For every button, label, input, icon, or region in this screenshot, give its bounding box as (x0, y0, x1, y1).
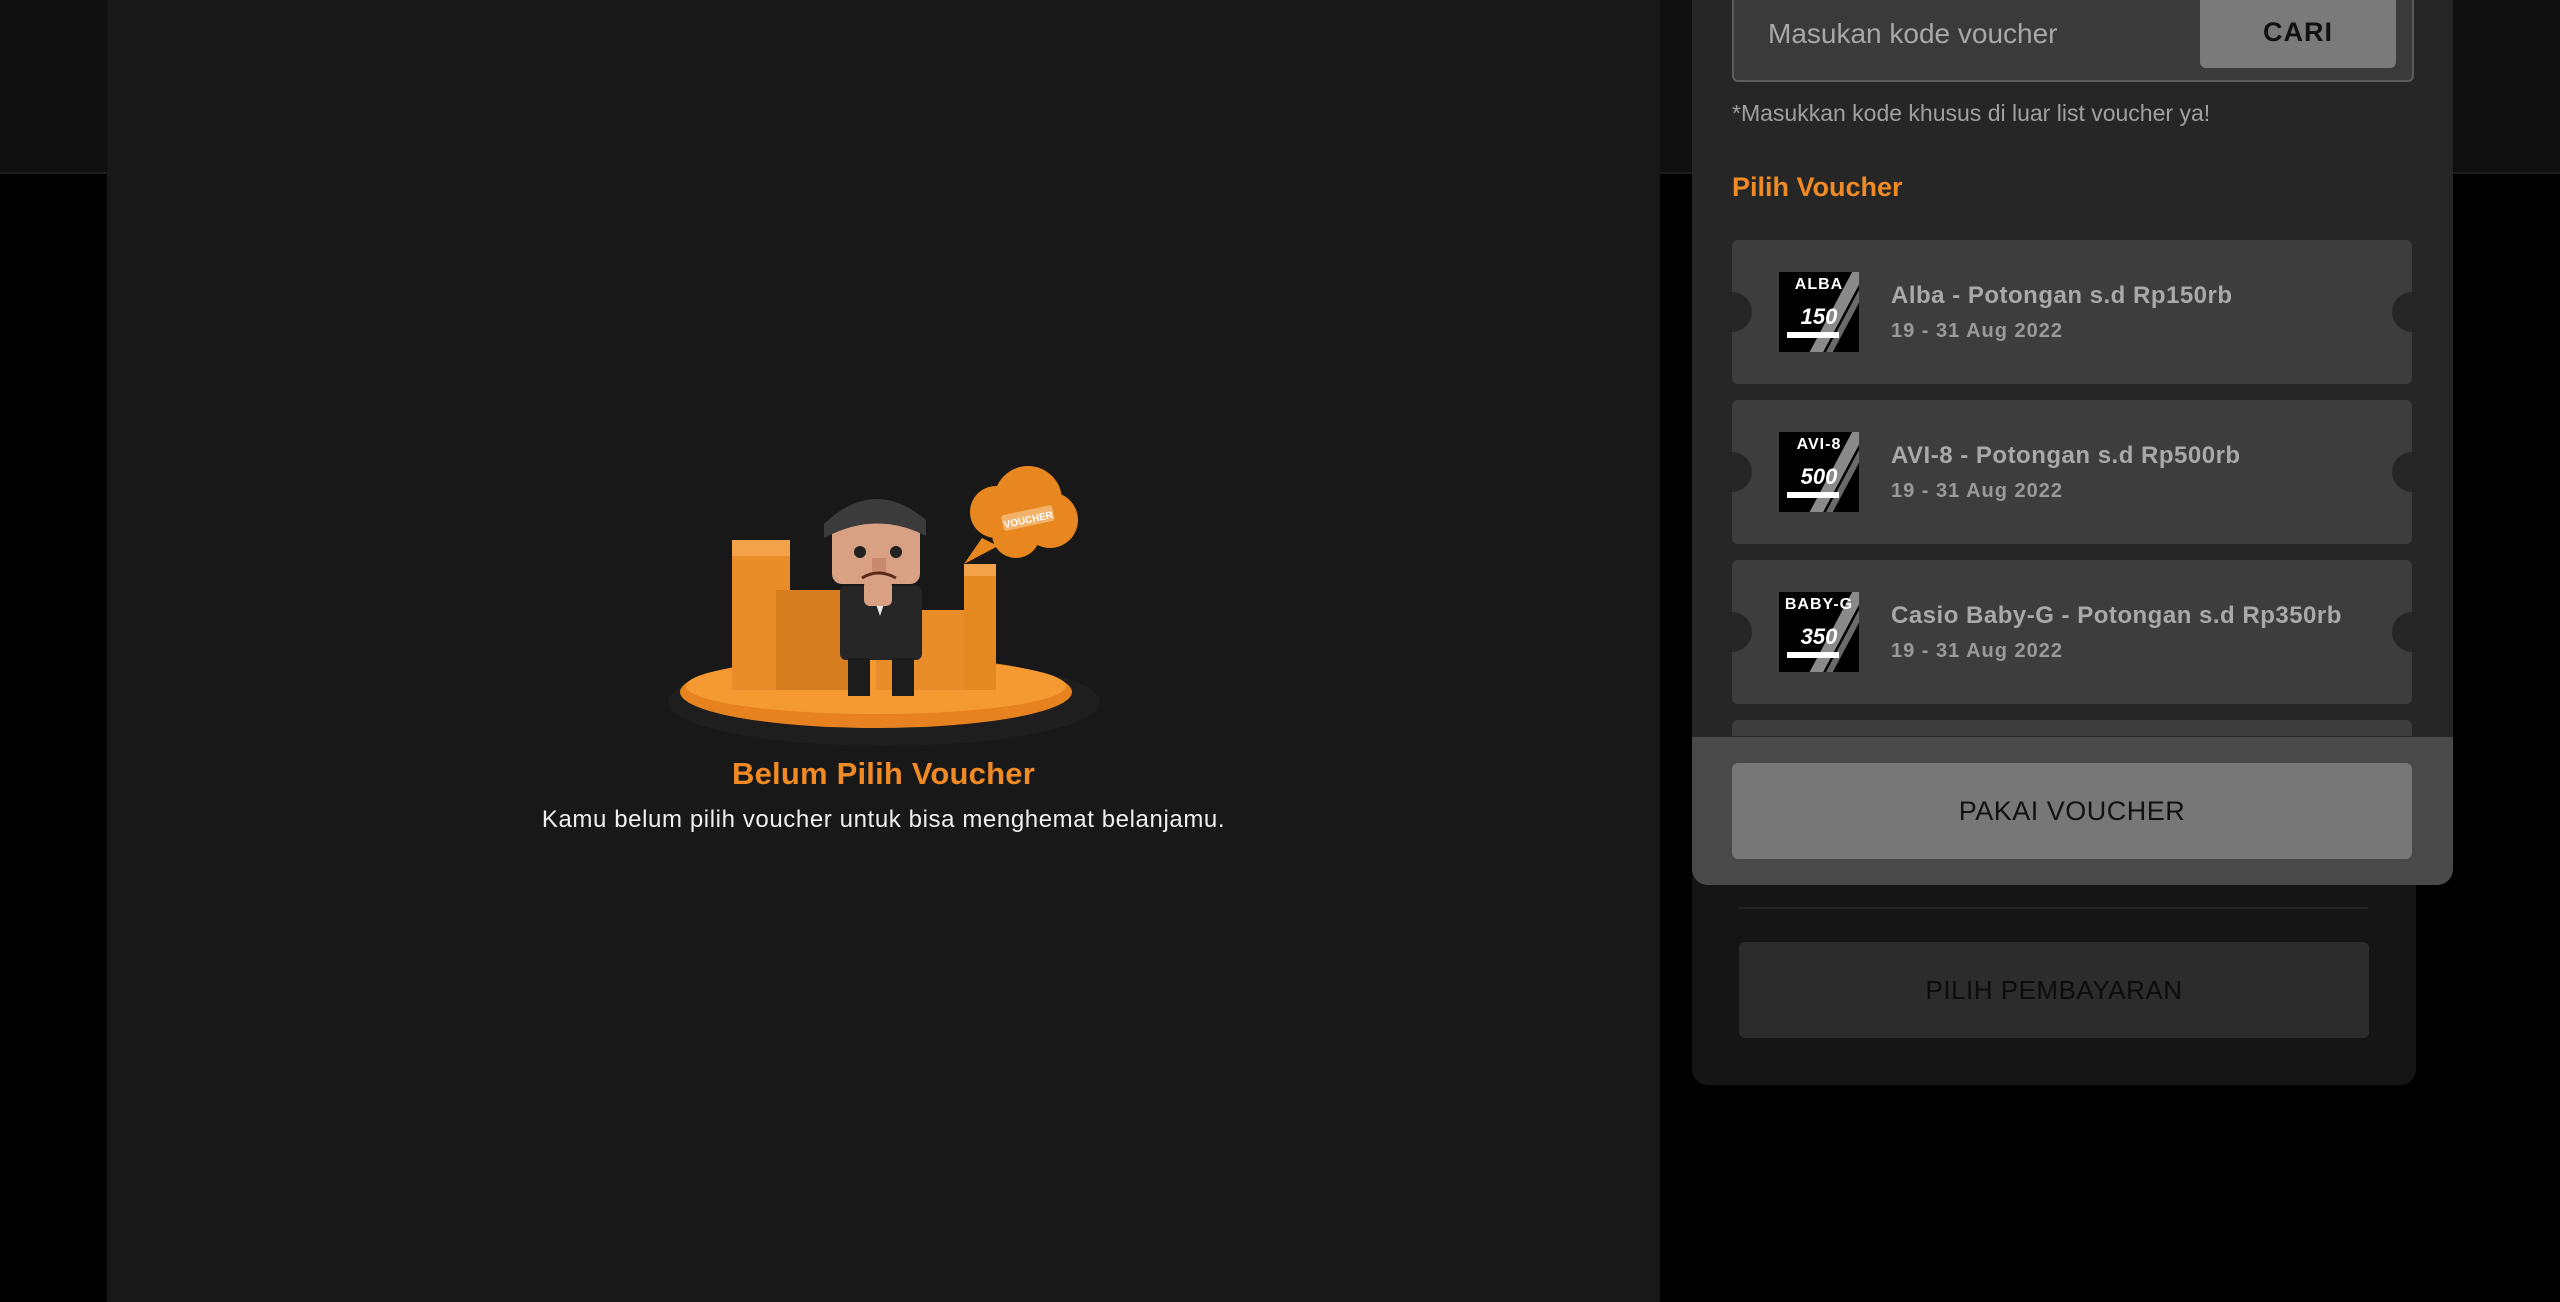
summary-divider (1738, 907, 2368, 909)
voucher-list[interactable]: ALBA 150 Alba - Potongan s.d Rp150rb 19 … (1732, 240, 2412, 736)
thumbnail-amount: 150 (1800, 304, 1838, 329)
ticket-notch (1732, 292, 1752, 332)
voucher-search-bar: CARI (1732, 0, 2414, 82)
empty-state-title: Belum Pilih Voucher (732, 756, 1035, 791)
thumbnail-code-bar (1787, 492, 1839, 498)
empty-state: VOUCHER Belum Pilih Voucher Kamu belum p… (107, 440, 1660, 834)
voucher-date: 19 - 31 Aug 2022 (1891, 640, 2064, 662)
thumbnail-brand: AVI-8 (1796, 436, 1842, 453)
thumbnail-code-bar (1787, 652, 1839, 658)
thumbnail-amount: 500 (1800, 464, 1838, 489)
voucher-date: 19 - 31 Aug 2022 (1891, 480, 2064, 502)
empty-state-description: Kamu belum pilih voucher untuk bisa meng… (541, 806, 1226, 833)
voucher-title: AVI-8 - Potongan s.d Rp500rb (1891, 442, 2241, 469)
thumbnail-brand: ALBA (1794, 276, 1844, 293)
voucher-code-hint: *Masukkan kode khusus di luar list vouch… (1732, 100, 2211, 126)
voucher-thumbnail: AVI-8 500 (1779, 432, 1859, 512)
choose-payment-button[interactable]: PILIH PEMBAYARAN (1739, 942, 2369, 1038)
voucher-title: Casio Baby-G - Potongan s.d Rp350rb (1891, 602, 2342, 629)
empty-voucher-illustration: VOUCHER (667, 466, 1100, 746)
thumbnail-code-bar (1787, 332, 1839, 338)
search-voucher-button[interactable]: CARI (2200, 0, 2396, 68)
voucher-card-alba[interactable]: ALBA 150 Alba - Potongan s.d Rp150rb 19 … (1732, 240, 2412, 384)
voucher-title: Alba - Potongan s.d Rp150rb (1891, 282, 2233, 309)
voucher-detail-panel: VOUCHER Belum Pilih Voucher Kamu belum p… (107, 0, 1660, 1302)
ticket-notch (2392, 292, 2412, 332)
ticket-notch (2392, 452, 2412, 492)
use-voucher-button[interactable]: PAKAI VOUCHER (1732, 763, 2412, 859)
voucher-modal-footer: PAKAI VOUCHER (1692, 737, 2453, 885)
voucher-card-avi8[interactable]: AVI-8 500 AVI-8 - Potongan s.d Rp500rb 1… (1732, 400, 2412, 544)
ticket-notch (1732, 612, 1752, 652)
voucher-modal: CARI *Masukkan kode khusus di luar list … (1692, 0, 2453, 885)
ticket-notch (1732, 452, 1752, 492)
voucher-thumbnail: ALBA 150 (1779, 272, 1859, 352)
ticket-notch (2392, 612, 2412, 652)
choose-voucher-title: Pilih Voucher (1732, 172, 1903, 202)
thumbnail-brand: BABY-G (1784, 596, 1854, 613)
thumbnail-amount: 350 (1800, 624, 1838, 649)
voucher-thumbnail: BABY-G 350 (1779, 592, 1859, 672)
voucher-card-partial[interactable] (1732, 720, 2412, 736)
voucher-card-babyg[interactable]: BABY-G 350 Casio Baby-G - Potongan s.d R… (1732, 560, 2412, 704)
voucher-date: 19 - 31 Aug 2022 (1891, 320, 2064, 342)
voucher-code-input[interactable] (1734, 0, 2238, 72)
